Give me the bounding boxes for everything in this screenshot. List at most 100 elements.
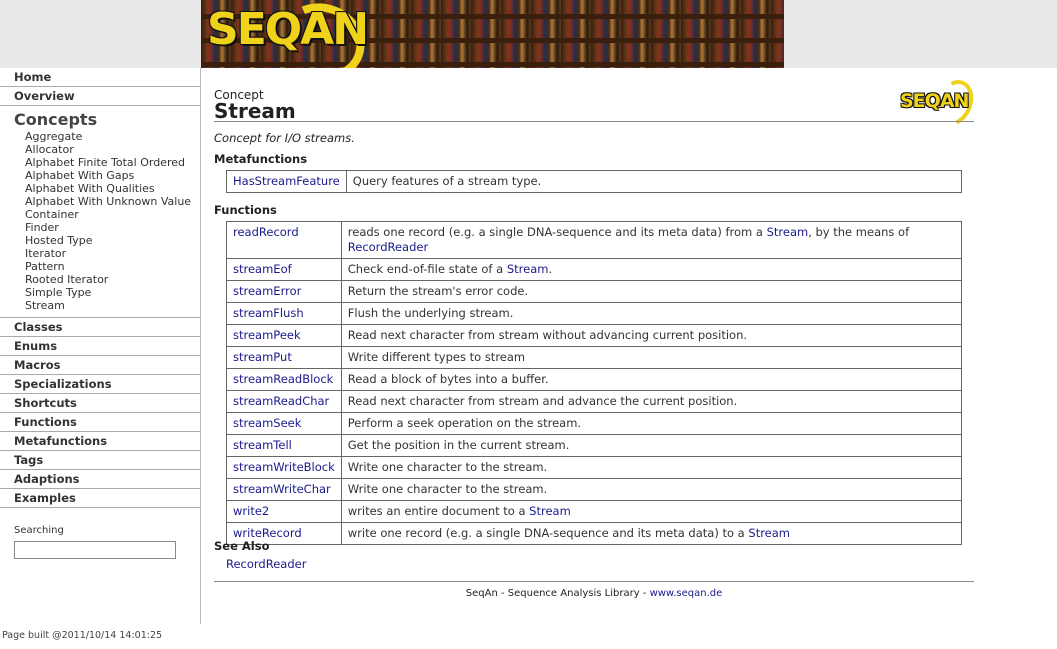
description-text: writes an entire document to a xyxy=(347,504,530,518)
nav-group-item[interactable]: Examples xyxy=(0,489,200,508)
function-name-cell: readRecord xyxy=(226,221,342,259)
function-name-cell: write2 xyxy=(226,500,342,523)
function-link[interactable]: readRecord xyxy=(233,225,299,239)
footer-divider xyxy=(214,581,974,582)
function-link[interactable]: streamError xyxy=(233,284,301,298)
description-text: write one record (e.g. a single DNA-sequ… xyxy=(347,526,749,540)
footer-link[interactable]: www.seqan.de xyxy=(650,588,723,599)
function-link[interactable]: streamWriteBlock xyxy=(233,460,335,474)
function-description: Write one character to the stream. xyxy=(340,456,963,479)
concept-item[interactable]: Container xyxy=(0,208,200,221)
see-also-link[interactable]: RecordReader xyxy=(226,557,306,571)
function-description: Write different types to stream xyxy=(340,346,963,369)
concept-item[interactable]: Alphabet Finite Total Ordered xyxy=(0,156,200,169)
table-row: streamWriteBlock Write one character to t… xyxy=(226,456,963,479)
function-description: Get the position in the current stream. xyxy=(340,434,963,457)
function-description: write one record (e.g. a single DNA-sequ… xyxy=(340,522,963,545)
function-description: Read a block of bytes into a buffer. xyxy=(340,368,963,391)
function-link[interactable]: writeRecord xyxy=(233,526,302,540)
nav-group-item[interactable]: Enums xyxy=(0,337,200,356)
function-link[interactable]: streamReadBlock xyxy=(233,372,333,386)
function-link[interactable]: streamSeek xyxy=(233,416,301,430)
nav-home[interactable]: Home xyxy=(0,68,200,87)
description-text: Read next character from stream without … xyxy=(347,328,748,342)
category-list: Classes Enums Macros Specializations Shortcu… xyxy=(0,318,200,508)
description-text: Flush the underlying stream. xyxy=(347,306,514,320)
function-link[interactable]: streamReadChar xyxy=(233,394,329,408)
function-description: Check end-of-file state of a Stream. xyxy=(340,258,963,281)
nav-group-item[interactable]: Tags xyxy=(0,451,200,470)
description-text: . xyxy=(548,262,553,276)
concept-item[interactable]: Allocator xyxy=(0,143,200,156)
concept-list: Aggregate Allocator Alphabet Finite Total … xyxy=(0,130,200,318)
concept-item[interactable]: Aggregate xyxy=(0,130,200,143)
nav-group-item[interactable]: Shortcuts xyxy=(0,394,200,413)
function-link[interactable]: streamWriteChar xyxy=(233,482,331,496)
table-row: streamError Return the stream's error cod… xyxy=(226,280,963,303)
concept-item[interactable]: Alphabet With Gaps xyxy=(0,169,200,182)
nav-group-item[interactable]: Metafunctions xyxy=(0,432,200,451)
metafunction-link[interactable]: HasStreamFeature xyxy=(233,174,340,188)
function-name-cell: streamWriteBlock xyxy=(226,456,342,479)
title-divider xyxy=(214,121,974,122)
function-description: Flush the underlying stream. xyxy=(340,302,963,325)
table-row: streamPeek Read next character from strea… xyxy=(226,324,963,347)
concept-item[interactable]: Hosted Type xyxy=(0,234,200,247)
search-input[interactable] xyxy=(14,541,176,559)
nav-group-item[interactable]: Macros xyxy=(0,356,200,375)
inline-type-link[interactable]: RecordReader xyxy=(348,240,428,254)
inline-type-link[interactable]: Stream xyxy=(748,526,790,540)
concept-item[interactable]: Simple Type xyxy=(0,286,200,299)
page-built-timestamp: Page built @2011/10/14 14:01:25 xyxy=(2,630,163,641)
table-row: streamFlush Flush the underlying stream. xyxy=(226,302,963,325)
description-text: , by the means of xyxy=(808,225,910,239)
nav-group-item[interactable]: Functions xyxy=(0,413,200,432)
description-text: Perform a seek operation on the stream. xyxy=(347,416,582,430)
inline-type-link[interactable]: Stream xyxy=(529,504,571,518)
concept-item[interactable]: Alphabet With Unknown Value xyxy=(0,195,200,208)
table-row: streamReadChar Read next character from s… xyxy=(226,390,963,413)
nav-group-item[interactable]: Specializations xyxy=(0,375,200,394)
function-link[interactable]: streamEof xyxy=(233,262,292,276)
nav-group-item[interactable]: Adaptions xyxy=(0,470,200,489)
nav-overview[interactable]: Overview xyxy=(0,87,200,106)
concept-item[interactable]: Stream xyxy=(0,299,200,312)
nav-concepts-title[interactable]: Concepts xyxy=(0,106,200,130)
footer-text: SeqAn - Sequence Analysis Library - xyxy=(465,588,650,599)
metafunctions-table: HasStreamFeature Query features of a stre… xyxy=(226,170,963,193)
function-name-cell: streamTell xyxy=(226,434,342,457)
function-link[interactable]: write2 xyxy=(233,504,269,518)
functions-table: readRecord reads one record (e.g. a singl… xyxy=(226,221,963,545)
function-description: Perform a seek operation on the stream. xyxy=(340,412,963,435)
function-link[interactable]: streamPeek xyxy=(233,328,301,342)
table-row: readRecord reads one record (e.g. a singl… xyxy=(226,221,963,259)
function-link[interactable]: streamPut xyxy=(233,350,292,364)
function-name-cell: streamSeek xyxy=(226,412,342,435)
page-title: Stream xyxy=(214,99,296,123)
table-row: HasStreamFeature Query features of a stre… xyxy=(226,170,963,193)
concept-description: Concept for I/O streams. xyxy=(214,131,355,145)
table-row: streamWriteChar Write one character to th… xyxy=(226,478,963,501)
concept-item[interactable]: Iterator xyxy=(0,247,200,260)
banner-logo: SEQAN xyxy=(207,4,369,55)
description-text: reads one record (e.g. a single DNA-sequ… xyxy=(347,225,767,239)
function-name-cell: streamReadBlock xyxy=(226,368,342,391)
concept-item[interactable]: Alphabet With Qualities xyxy=(0,182,200,195)
description-text: Read a block of bytes into a buffer. xyxy=(347,372,549,386)
description-text: Write one character to the stream. xyxy=(347,460,548,474)
table-row: streamSeek Perform a seek operation on th… xyxy=(226,412,963,435)
function-description: reads one record (e.g. a single DNA-sequ… xyxy=(340,221,963,259)
concept-item[interactable]: Pattern xyxy=(0,260,200,273)
description-text: Get the position in the current stream. xyxy=(347,438,570,452)
nav-group-item[interactable]: Classes xyxy=(0,318,200,337)
concept-item[interactable]: Rooted Iterator xyxy=(0,273,200,286)
inline-type-link[interactable]: Stream xyxy=(767,225,809,239)
table-row: streamPut Write different types to stream xyxy=(226,346,963,369)
inline-type-link[interactable]: Stream xyxy=(507,262,549,276)
table-row: writeRecord write one record (e.g. a sing… xyxy=(226,522,963,545)
function-link[interactable]: streamFlush xyxy=(233,306,304,320)
metafunction-description: Query features of a stream type. xyxy=(345,170,963,193)
function-name-cell: streamPut xyxy=(226,346,342,369)
function-link[interactable]: streamTell xyxy=(233,438,292,452)
concept-item[interactable]: Finder xyxy=(0,221,200,234)
